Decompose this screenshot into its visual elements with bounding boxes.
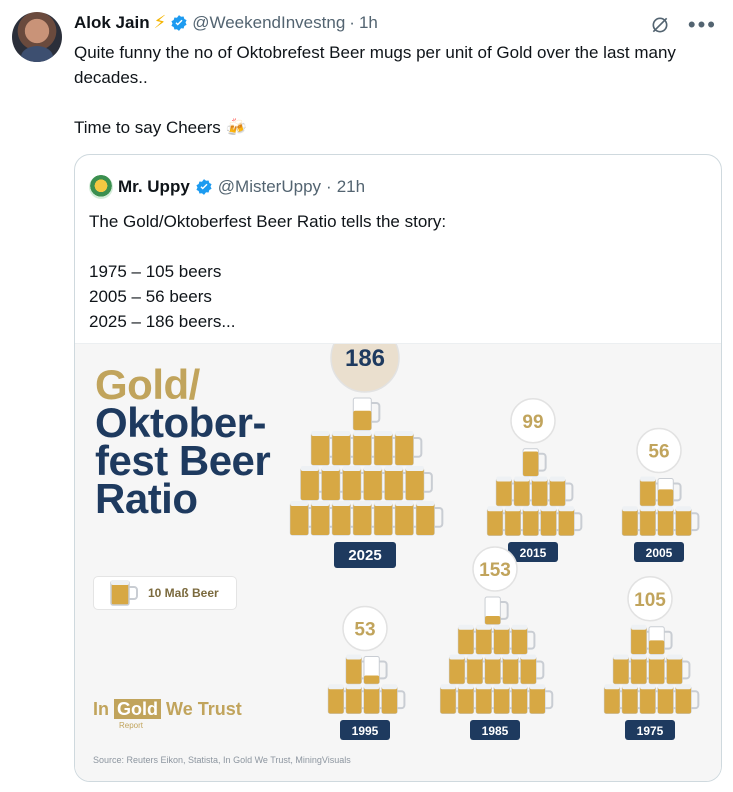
separator-dot: · — [326, 177, 332, 196]
beer-mug — [381, 684, 406, 714]
brand-logo: In Gold We Trust — [93, 699, 242, 720]
brand-report: Report — [119, 721, 144, 730]
beer-mug — [558, 506, 583, 536]
beer-mug — [520, 654, 545, 685]
author-handle[interactable]: @WeekendInvestng — [192, 13, 345, 33]
tweet-time[interactable]: 1h — [359, 13, 378, 33]
beer-mug — [511, 624, 536, 655]
beer-mug — [522, 448, 547, 477]
author-avatar[interactable] — [12, 12, 62, 62]
grok-icon[interactable] — [650, 15, 670, 35]
tweet-header: Alok Jain ⚡ @WeekendInvestng · 1h — [74, 12, 378, 33]
year-label-1975: 1975 — [637, 724, 664, 738]
legend-label: 10 Maß Beer — [148, 586, 219, 600]
verified-badge-icon — [171, 14, 187, 31]
beer-mug — [675, 684, 700, 714]
value-label-1975: 105 — [634, 590, 666, 611]
more-options-icon[interactable]: ••• — [688, 12, 717, 38]
beer-mug — [529, 684, 554, 714]
separator-dot: · — [349, 12, 355, 32]
quoted-author-handle[interactable]: @MisterUppy — [218, 177, 321, 197]
mug-group-1995: 53 1995 — [327, 605, 406, 740]
infographic-title: Gold/ Oktober- fest Beer Ratio — [95, 364, 271, 520]
beer-mug — [405, 466, 433, 501]
value-label-1995: 53 — [354, 620, 375, 641]
source-note: Source: Reuters Eikon, Statista, In Gold… — [93, 755, 351, 765]
mug-group-1985: 153 1985 — [439, 546, 554, 740]
year-label-2015: 2015 — [520, 546, 547, 560]
year-label-1985: 1985 — [482, 724, 509, 738]
year-label-1995: 1995 — [352, 724, 379, 738]
beer-mug — [415, 501, 444, 536]
verified-badge-icon — [196, 179, 212, 195]
quoted-tweet-card[interactable]: Mr. Uppy @MisterUppy · 21h The Gold/Okto… — [74, 154, 722, 782]
beer-mug — [675, 506, 700, 536]
quoted-tweet-header: Mr. Uppy @MisterUppy · 21h — [89, 175, 365, 199]
beer-mug — [394, 431, 423, 466]
gold-beer-infographic[interactable]: 186 2025 99 2015 56 2005 53 1995 153 1985 105 1975 … — [75, 343, 721, 781]
mug-group-2015: 99 2015 — [486, 398, 583, 562]
quoted-tweet-time[interactable]: 21h — [337, 177, 365, 197]
legend-box: 10 Maß Beer — [93, 576, 237, 610]
quoted-author-avatar[interactable] — [89, 175, 113, 199]
legend-mug-icon — [110, 580, 138, 606]
top-actions: ••• — [650, 12, 717, 38]
lightning-icon: ⚡ — [153, 12, 167, 32]
beer-mug — [484, 596, 509, 625]
value-label-2015: 99 — [522, 412, 543, 433]
beer-mug — [657, 478, 682, 507]
year-label-2005: 2005 — [646, 546, 673, 560]
quoted-tweet-text: The Gold/Oktoberfest Beer Ratio tells th… — [89, 212, 447, 331]
brand-gold: Gold — [114, 699, 162, 719]
quoted-author-name[interactable]: Mr. Uppy — [118, 177, 190, 197]
author-name[interactable]: Alok Jain — [74, 13, 150, 33]
brand-trust: We Trust — [166, 699, 242, 719]
beer-mug — [363, 656, 388, 685]
title-rest: Oktober- fest Beer Ratio — [95, 399, 271, 522]
brand-in: In — [93, 699, 109, 719]
beer-mug — [666, 654, 691, 685]
tweet-text: Quite funny the no of Oktobrefest Beer m… — [74, 43, 676, 137]
beer-mug — [549, 476, 574, 507]
value-label-2005: 56 — [648, 442, 669, 463]
beer-mug — [648, 626, 673, 655]
value-label-2025: 186 — [345, 345, 385, 372]
beer-mug — [352, 397, 381, 431]
year-label-2025: 2025 — [348, 547, 381, 564]
value-label-1985: 153 — [479, 560, 511, 581]
mug-group-1975: 105 1975 — [603, 576, 700, 740]
mug-group-2025: 186 2025 — [289, 344, 444, 568]
mug-group-2005: 56 2005 — [621, 427, 700, 562]
